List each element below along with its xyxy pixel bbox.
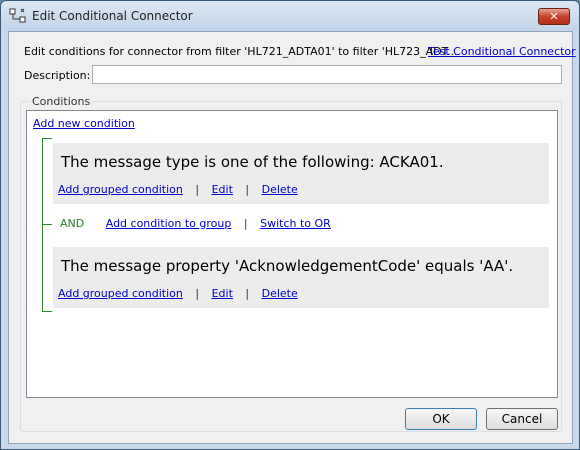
test-conditional-connector-link[interactable]: Test Conditional Connector xyxy=(428,45,576,58)
description-label: Description: xyxy=(24,69,91,82)
separator: | xyxy=(195,183,200,196)
edit-link[interactable]: Edit xyxy=(212,287,233,300)
bracket-top-tick xyxy=(42,138,52,139)
title-bar: Edit Conditional Connector ✕ xyxy=(1,1,579,31)
conditions-group-title: Conditions xyxy=(30,95,93,108)
condition-item: The message type is one of the following… xyxy=(53,143,549,204)
ok-button[interactable]: OK xyxy=(405,408,477,430)
close-button[interactable]: ✕ xyxy=(538,8,570,25)
dialog-body: Edit conditions for connector from filte… xyxy=(8,31,576,444)
operator-label: AND xyxy=(60,217,85,230)
group-bracket xyxy=(42,138,43,312)
description-input[interactable] xyxy=(92,65,562,84)
add-new-condition-link[interactable]: Add new condition xyxy=(33,117,135,130)
delete-link[interactable]: Delete xyxy=(262,287,298,300)
condition-text: The message type is one of the following… xyxy=(61,153,444,171)
operator-row: AND Add condition to group | Switch to O… xyxy=(60,217,331,230)
bracket-middle-tick xyxy=(42,224,52,225)
window-title: Edit Conditional Connector xyxy=(32,9,193,23)
condition-item: The message property 'AcknowledgementCod… xyxy=(53,247,549,308)
condition-actions: Add grouped condition | Edit | Delete xyxy=(58,183,298,196)
edit-link[interactable]: Edit xyxy=(212,183,233,196)
cancel-button[interactable]: Cancel xyxy=(486,408,558,430)
add-grouped-condition-link[interactable]: Add grouped condition xyxy=(58,183,183,196)
separator: | xyxy=(195,287,200,300)
add-condition-to-group-link[interactable]: Add condition to group xyxy=(106,217,232,230)
separator: | xyxy=(245,183,250,196)
bracket-bottom-tick xyxy=(42,311,52,312)
dialog-window: Edit Conditional Connector ✕ Edit condit… xyxy=(0,0,580,450)
separator: | xyxy=(245,287,250,300)
switch-to-or-link[interactable]: Switch to OR xyxy=(260,217,331,230)
connector-description: Edit conditions for connector from filte… xyxy=(24,45,458,58)
condition-actions: Add grouped condition | Edit | Delete xyxy=(58,287,298,300)
conditions-panel: Add new condition The message type is on… xyxy=(26,110,558,398)
connector-icon xyxy=(9,8,27,24)
add-grouped-condition-link[interactable]: Add grouped condition xyxy=(58,287,183,300)
separator: | xyxy=(243,217,248,230)
condition-text: The message property 'AcknowledgementCod… xyxy=(61,257,514,275)
delete-link[interactable]: Delete xyxy=(262,183,298,196)
